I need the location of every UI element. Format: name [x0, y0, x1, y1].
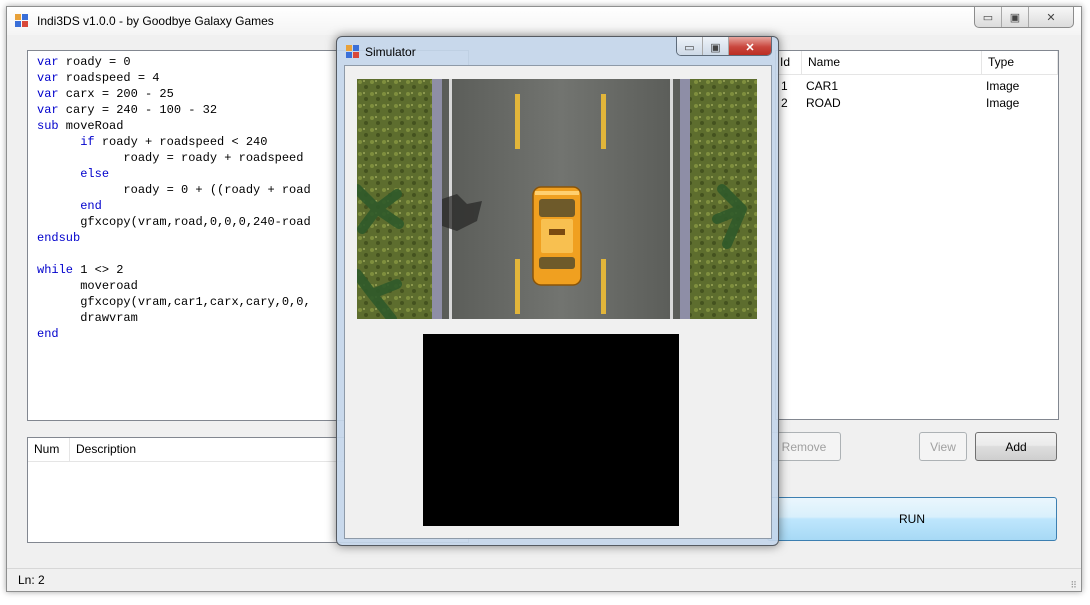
code-line-text: cary = 240 - 100 - 32	[58, 103, 218, 117]
column-type[interactable]: Type	[982, 51, 1058, 74]
code-line: end	[37, 327, 59, 341]
code-line: gfxcopy(vram,car1,carx,cary,0,0,	[37, 295, 311, 309]
resource-id: 2	[781, 96, 788, 110]
resource-id: 1	[781, 79, 788, 93]
code-line-text: roady = roady + roadspeed	[123, 151, 304, 165]
code-line-text: moveRoad	[58, 119, 124, 133]
lane-dash	[601, 94, 606, 149]
code-keyword: var	[37, 55, 59, 69]
maximize-button[interactable]: ▣	[1002, 7, 1029, 27]
code-line-text: moveroad	[80, 279, 138, 293]
code-line-text: roady + roadspeed < 240	[94, 135, 268, 149]
resource-row[interactable]: 1 CAR1 Image	[776, 77, 1058, 94]
code-line: gfxcopy(vram,road,0,0,0,240-road	[37, 215, 311, 229]
close-icon: ✕	[745, 41, 755, 54]
resource-name: CAR1	[806, 79, 839, 93]
lane-dash	[601, 259, 606, 314]
code-line: endsub	[37, 231, 80, 245]
add-button[interactable]: Add	[975, 432, 1057, 461]
code-line-text: carx = 200 - 25	[58, 87, 174, 101]
right-grass	[690, 79, 757, 319]
resource-type: Image	[986, 79, 1020, 93]
resource-name: ROAD	[806, 96, 841, 110]
resource-row[interactable]: 2 ROAD Image	[776, 94, 1058, 111]
bottom-screen[interactable]	[423, 334, 679, 526]
simulator-title: Simulator	[365, 45, 416, 59]
code-line: if roady + roadspeed < 240	[37, 135, 267, 149]
column-id[interactable]: Id	[776, 51, 802, 74]
left-curb	[432, 79, 442, 319]
code-line-text: roadspeed = 4	[58, 71, 160, 85]
simulator-minimize-button[interactable]: ▭	[677, 37, 703, 55]
simulator-window-controls: ▭ ▣ ✕	[676, 37, 772, 56]
minimize-icon: ▭	[982, 11, 994, 24]
resource-list-header: Id Name Type	[776, 51, 1058, 75]
code-keyword: sub	[37, 119, 59, 133]
top-screen[interactable]	[357, 79, 757, 319]
minimize-icon: ▭	[684, 41, 695, 54]
code-line-text: roady = 0	[58, 55, 131, 69]
view-button[interactable]: View	[919, 432, 967, 461]
code-keyword: var	[37, 87, 59, 101]
code-line: else	[37, 167, 109, 181]
code-line: end	[37, 199, 102, 213]
simulator-maximize-button[interactable]: ▣	[703, 37, 729, 55]
lane-dash	[515, 259, 520, 314]
code-keyword: var	[37, 103, 59, 117]
simulator-client	[344, 65, 772, 539]
code-line: var roady = 0	[37, 55, 131, 69]
simulator-close-button[interactable]: ✕	[729, 37, 771, 55]
code-line-text: 1 <> 2	[73, 263, 124, 277]
code-line: var carx = 200 - 25	[37, 87, 174, 101]
column-num[interactable]: Num	[28, 438, 70, 461]
resource-type: Image	[986, 96, 1020, 110]
road-scene	[357, 79, 757, 319]
code-line: moveroad	[37, 279, 138, 293]
code-keyword: end	[80, 199, 102, 213]
code-line-text: gfxcopy(vram,road,0,0,0,240-road	[80, 215, 311, 229]
right-curb	[680, 79, 690, 319]
app-icon	[15, 14, 29, 28]
code-line: roady = 0 + ((roady + road	[37, 183, 311, 197]
code-line: while 1 <> 2	[37, 263, 123, 277]
code-line: roady = roady + roadspeed	[37, 151, 303, 165]
code-line: drawvram	[37, 311, 138, 325]
simulator-window: Simulator ▭ ▣ ✕	[336, 36, 779, 546]
code-line: var roadspeed = 4	[37, 71, 159, 85]
maximize-icon: ▣	[710, 41, 721, 54]
code-line: var cary = 240 - 100 - 32	[37, 103, 217, 117]
maximize-icon: ▣	[1009, 11, 1021, 24]
window-title: Indi3DS v1.0.0 - by Goodbye Galaxy Games	[37, 14, 274, 28]
column-name[interactable]: Name	[802, 51, 982, 74]
code-line: sub moveRoad	[37, 119, 123, 133]
code-keyword: end	[37, 327, 59, 341]
lane-dash	[515, 94, 520, 149]
run-button[interactable]: RUN	[767, 497, 1057, 541]
minimize-button[interactable]: ▭	[975, 7, 1002, 27]
code-keyword: var	[37, 71, 59, 85]
taxi-car	[532, 186, 582, 286]
main-window-controls: ▭ ▣ ✕	[974, 7, 1074, 28]
main-title-bar[interactable]: Indi3DS v1.0.0 - by Goodbye Galaxy Games…	[7, 7, 1081, 35]
code-keyword: else	[80, 167, 110, 181]
code-keyword: if	[80, 135, 95, 149]
code-line-text: gfxcopy(vram,car1,carx,cary,0,0,	[80, 295, 311, 309]
simulator-icon	[346, 45, 360, 59]
close-icon: ✕	[1046, 11, 1056, 24]
code-keyword: endsub	[37, 231, 81, 245]
code-keyword: while	[37, 263, 74, 277]
code-line-text: drawvram	[80, 311, 138, 325]
resize-grip-icon[interactable]: ⠿	[1070, 581, 1078, 590]
status-bar: Ln: 2 ⠿	[7, 568, 1081, 591]
line-number-status: Ln: 2	[18, 573, 45, 587]
close-button[interactable]: ✕	[1029, 7, 1073, 27]
code-line-text: roady = 0 + ((roady + road	[123, 183, 311, 197]
resource-list[interactable]: Id Name Type 1 CAR1 Image 2 ROAD Image	[775, 50, 1059, 420]
